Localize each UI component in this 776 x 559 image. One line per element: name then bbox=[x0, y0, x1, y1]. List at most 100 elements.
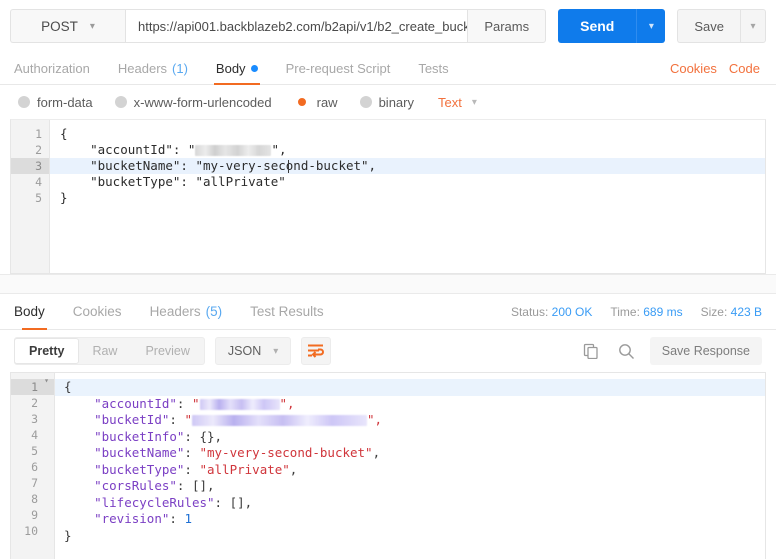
tab-pre-request-script[interactable]: Pre-request Script bbox=[272, 52, 405, 84]
url-text: https://api001.backblazeb2.com/b2api/v1/… bbox=[138, 18, 468, 34]
redacted-account-id bbox=[195, 145, 272, 156]
tab-body[interactable]: Body bbox=[202, 52, 272, 85]
send-label: Send bbox=[580, 18, 615, 34]
tail: , bbox=[214, 428, 223, 444]
tab-label: Authorization bbox=[14, 60, 90, 76]
radio-icon bbox=[359, 96, 372, 108]
time-badge: Time: 689 ms bbox=[610, 305, 682, 319]
save-button[interactable]: Save bbox=[677, 9, 740, 43]
json-value: {} bbox=[199, 428, 215, 444]
code-punct: } bbox=[64, 527, 72, 543]
sep: : bbox=[169, 412, 185, 427]
view-mode-pretty[interactable]: Pretty bbox=[14, 338, 80, 364]
response-body-viewer[interactable]: 1 2 3 4 5 6 7 8 9 10 ▾ { "accountId": " "… bbox=[10, 372, 766, 559]
code-text: { bbox=[60, 126, 68, 141]
cookies-link[interactable]: Cookies bbox=[664, 52, 723, 84]
line-number: 7 bbox=[31, 476, 38, 490]
size-value: 423 B bbox=[730, 304, 762, 319]
status-label: Status: bbox=[510, 304, 549, 319]
sep: : bbox=[184, 445, 200, 460]
response-toolbar: Pretty Raw Preview JSON ▾ Save Response bbox=[0, 330, 776, 372]
word-wrap-button[interactable] bbox=[301, 337, 332, 365]
line-number: 6 bbox=[31, 460, 38, 474]
tab-label: Pre-request Script bbox=[285, 60, 391, 76]
body-type-binary[interactable]: binary bbox=[356, 95, 426, 110]
request-tabs: Authorization Headers (1) Body Pre-reque… bbox=[0, 52, 776, 85]
json-key: "bucketInfo" bbox=[94, 428, 185, 444]
response-tab-headers[interactable]: Headers (5) bbox=[136, 294, 237, 329]
save-response-button[interactable]: Save Response bbox=[649, 337, 762, 365]
line-number: 8 bbox=[31, 492, 38, 506]
url-input[interactable]: https://api001.backblazeb2.com/b2api/v1/… bbox=[125, 9, 468, 43]
send-button[interactable]: Send bbox=[558, 9, 637, 43]
params-button[interactable]: Params bbox=[467, 9, 547, 43]
search-button[interactable] bbox=[614, 338, 640, 364]
line-number: 3 bbox=[11, 158, 49, 174]
view-mode-raw[interactable]: Raw bbox=[78, 338, 131, 364]
send-dropdown-button[interactable]: ▾ bbox=[636, 9, 666, 43]
response-view-mode-group: Pretty Raw Preview bbox=[14, 337, 205, 365]
view-mode-preview[interactable]: Preview bbox=[131, 338, 203, 364]
save-button-group: Save ▾ bbox=[677, 9, 766, 43]
json-key: "lifecycleRules" bbox=[94, 494, 215, 510]
code-line: } bbox=[55, 528, 765, 545]
line-number: 2 bbox=[31, 396, 38, 410]
text-caret bbox=[288, 160, 289, 173]
json-number: 1 bbox=[184, 511, 192, 526]
request-url-bar: POST ▾ https://api001.backblazeb2.com/b2… bbox=[0, 0, 776, 52]
sep: : bbox=[176, 395, 192, 411]
redacted-bucket-id bbox=[191, 415, 367, 426]
line-number: 3 bbox=[31, 412, 38, 426]
code-line: } bbox=[50, 190, 765, 206]
tab-authorization[interactable]: Authorization bbox=[10, 52, 104, 84]
copy-button[interactable] bbox=[578, 338, 604, 364]
line-number: 9 bbox=[31, 508, 38, 522]
json-value: [] bbox=[229, 494, 245, 510]
code-line: "bucketInfo": {}, bbox=[55, 429, 765, 446]
response-tab-test-results[interactable]: Test Results bbox=[236, 294, 338, 329]
send-button-group: Send ▾ bbox=[558, 9, 666, 43]
line-number: 4 bbox=[35, 175, 42, 189]
code-line: "bucketName": "my-very-second-bucket", bbox=[55, 445, 765, 462]
response-meta: Status: 200 OK Time: 689 ms Size: 423 B bbox=[511, 294, 766, 329]
json-string-tail: ", bbox=[279, 395, 295, 411]
raw-format-label: Text bbox=[438, 94, 462, 110]
body-type-selector: form-data x-www-form-urlencoded raw bina… bbox=[0, 85, 776, 119]
tabs-spacer bbox=[463, 52, 664, 84]
tab-headers[interactable]: Headers (1) bbox=[104, 52, 202, 84]
line-number: 5 bbox=[35, 191, 42, 205]
body-type-form-data[interactable]: form-data bbox=[14, 95, 105, 110]
body-type-raw[interactable]: raw bbox=[290, 94, 350, 110]
chevron-down-icon: ▾ bbox=[89, 20, 95, 32]
size-badge: Size: 423 B bbox=[701, 305, 762, 319]
fold-toggle-icon[interactable]: ▾ bbox=[44, 373, 49, 389]
request-editor-code[interactable]: { "accountId": " ", "bucketName": "my-ver… bbox=[50, 120, 765, 273]
code-link[interactable]: Code bbox=[723, 52, 766, 84]
method-label: POST bbox=[41, 18, 78, 34]
raw-format-dropdown[interactable]: Text ▾ bbox=[432, 95, 477, 110]
response-tab-cookies[interactable]: Cookies bbox=[59, 294, 136, 329]
tab-tests[interactable]: Tests bbox=[404, 52, 462, 84]
body-type-urlencoded[interactable]: x-www-form-urlencoded bbox=[111, 95, 284, 110]
save-response-label: Save Response bbox=[661, 344, 750, 358]
response-code: { "accountId": " ", "bucketId": " ", "buck… bbox=[55, 373, 765, 559]
tab-label: Headers bbox=[149, 304, 201, 319]
method-dropdown[interactable]: POST ▾ bbox=[10, 9, 125, 43]
response-format-dropdown[interactable]: JSON ▾ bbox=[214, 337, 292, 365]
request-body-editor[interactable]: 1 2 3 4 5 { "accountId": " ", "bucketName… bbox=[10, 119, 766, 274]
code-line: "bucketId": " ", bbox=[55, 412, 765, 429]
pane-splitter[interactable] bbox=[0, 274, 776, 294]
save-dropdown-button[interactable]: ▾ bbox=[740, 9, 766, 43]
status-badge: Status: 200 OK bbox=[511, 305, 592, 319]
sep: : bbox=[184, 461, 200, 477]
sep: : bbox=[169, 511, 185, 526]
save-label: Save bbox=[694, 18, 724, 34]
line-number: 4 bbox=[31, 428, 38, 442]
sep: : bbox=[176, 478, 192, 493]
cookies-label: Cookies bbox=[669, 60, 717, 76]
json-value: "my-very-second-bucket" bbox=[199, 445, 373, 460]
response-tab-body[interactable]: Body bbox=[10, 294, 59, 330]
